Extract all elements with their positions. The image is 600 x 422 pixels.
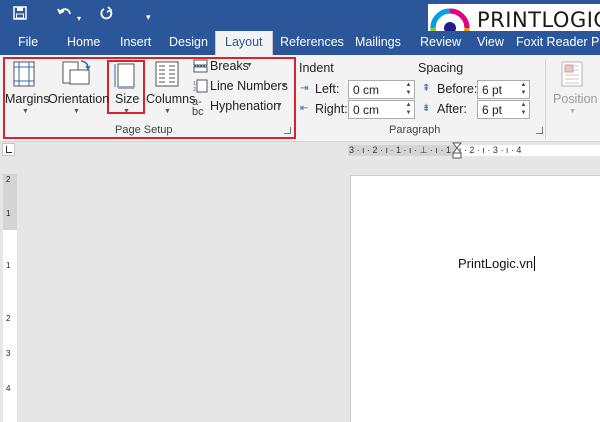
indent-heading: Indent [299,61,334,75]
orientation-label: Orientation [48,92,110,106]
undo-dropdown-icon[interactable]: ▾ [77,10,81,28]
columns-icon [155,61,179,87]
vruler-num: 3 [6,349,11,358]
breaks-label: Breaks [210,59,249,73]
document-text-content: PrintLogic.vn [458,256,534,271]
vruler-num: 4 [6,384,11,393]
save-icon[interactable] [13,6,27,25]
tab-foxit-reader-pdf[interactable]: Foxit Reader PDF [516,35,600,49]
spacing-before-value: 6 pt [482,83,503,97]
indent-left-icon: ⇥ [300,83,309,94]
tab-home[interactable]: Home [67,35,100,49]
tab-insert[interactable]: Insert [120,35,151,49]
margins-dropdown-icon: ▼ [22,108,29,115]
page-setup-group-label: Page Setup [115,124,173,136]
size-dropdown-icon: ▼ [123,108,130,115]
tab-references[interactable]: References [280,35,344,49]
horizontal-ruler-scale: 3 · ı · 2 · ı · 1 · ı · ⊥ · ı · 1 · ı · … [349,145,522,155]
vertical-ruler-strip: 2 1 1 2 3 4 [3,174,17,422]
breaks-icon [193,59,208,73]
indent-right-spinner-icon[interactable]: ▲ ▼ [404,101,413,118]
tab-view[interactable]: View [477,35,504,49]
indent-left-value: 0 cm [353,83,380,97]
hyphenation-icon: a-bc [192,96,204,118]
line-numbers-label: Line Numbers [210,79,288,93]
vruler-num: 1 [6,261,11,270]
group-separator [545,59,546,139]
indent-right-label: Right: [315,102,348,116]
position-icon [561,61,583,87]
tab-mailings[interactable]: Mailings [355,35,401,49]
document-page[interactable]: PrintLogic.vn [350,175,600,422]
position-label: Position [553,92,598,106]
undo-icon[interactable] [57,6,73,25]
spacing-before-input[interactable]: 6 pt ▲ ▼ [477,80,530,99]
tab-design[interactable]: Design [169,35,208,49]
vertical-ruler[interactable]: 2 1 1 2 3 4 [0,158,22,422]
spacing-before-icon: ⇞ [422,83,431,94]
orientation-dropdown-icon: ▼ [73,108,80,115]
tab-file[interactable]: File [18,35,38,49]
columns-dropdown-icon: ▼ [164,108,171,115]
hyphenation-dropdown-icon: ▼ [276,102,283,109]
indent-right-value: 0 cm [353,103,380,117]
spacing-after-spinner-icon[interactable]: ▲ ▼ [519,101,528,118]
spacing-after-label: After: [437,102,467,116]
customize-icon[interactable]: ▾ [146,8,151,26]
line-numbers-icon: 1 2 [193,79,208,93]
spacing-after-icon: ⇟ [422,103,431,114]
logo-text: PRINTLOGIC [477,8,600,32]
text-cursor [534,256,536,271]
breaks-dropdown-icon: ▼ [246,62,253,69]
spacing-after-value: 6 pt [482,103,503,117]
vruler-num: 2 [6,175,11,184]
spacing-after-input[interactable]: 6 pt ▲ ▼ [477,100,530,119]
indent-right-icon: ⇤ [300,103,309,114]
vruler-num: 1 [6,209,11,218]
redo-icon[interactable] [99,6,114,26]
horizontal-ruler[interactable]: 3 · ı · 2 · ı · 1 · ı · ⊥ · ı · 1 · ı · … [348,145,600,156]
columns-label: Columns [146,92,196,106]
line-numbers-dropdown-icon: ▼ [281,82,288,89]
spacing-before-label: Before: [437,82,478,96]
spacing-before-spinner-icon[interactable]: ▲ ▼ [519,81,528,98]
spacing-heading: Spacing [418,61,464,75]
indent-left-input[interactable]: 0 cm ▲ ▼ [348,80,415,99]
tab-selector-icon[interactable] [2,143,15,156]
horizontal-ruler-area: 3 · ı · 2 · ı · 1 · ı · ⊥ · ı · 1 · ı · … [0,142,600,159]
paragraph-dialog-launcher-icon[interactable] [536,127,543,134]
indent-left-spinner-icon[interactable]: ▲ ▼ [404,81,413,98]
paragraph-group-label: Paragraph [389,124,441,136]
page-setup-dialog-launcher-icon[interactable] [284,127,291,134]
indent-left-label: Left: [315,82,340,96]
margins-icon [13,61,35,87]
position-dropdown-icon: ▼ [569,108,576,115]
ribbon-tabs: File Home Insert Design Layout Reference… [0,31,600,55]
tab-layout[interactable]: Layout [215,31,273,55]
indent-right-input[interactable]: 0 cm ▲ ▼ [348,100,415,119]
indent-marker-icon[interactable] [452,142,462,159]
document-text[interactable]: PrintLogic.vn [458,256,536,271]
size-label: Size [115,92,140,106]
hyphenation-label: Hyphenation [210,99,281,113]
ribbon: Margins ▼ Orientation ▼ Size ▼ Columns ▼… [0,55,600,142]
vruler-num: 2 [6,314,11,323]
size-icon [114,63,135,89]
tab-review[interactable]: Review [420,35,461,49]
margins-label: Margins [5,92,50,106]
title-bar: ▾ ▾ PRINTLOGIC [0,0,600,54]
orientation-icon [62,60,91,85]
svg-text:2: 2 [193,87,196,93]
